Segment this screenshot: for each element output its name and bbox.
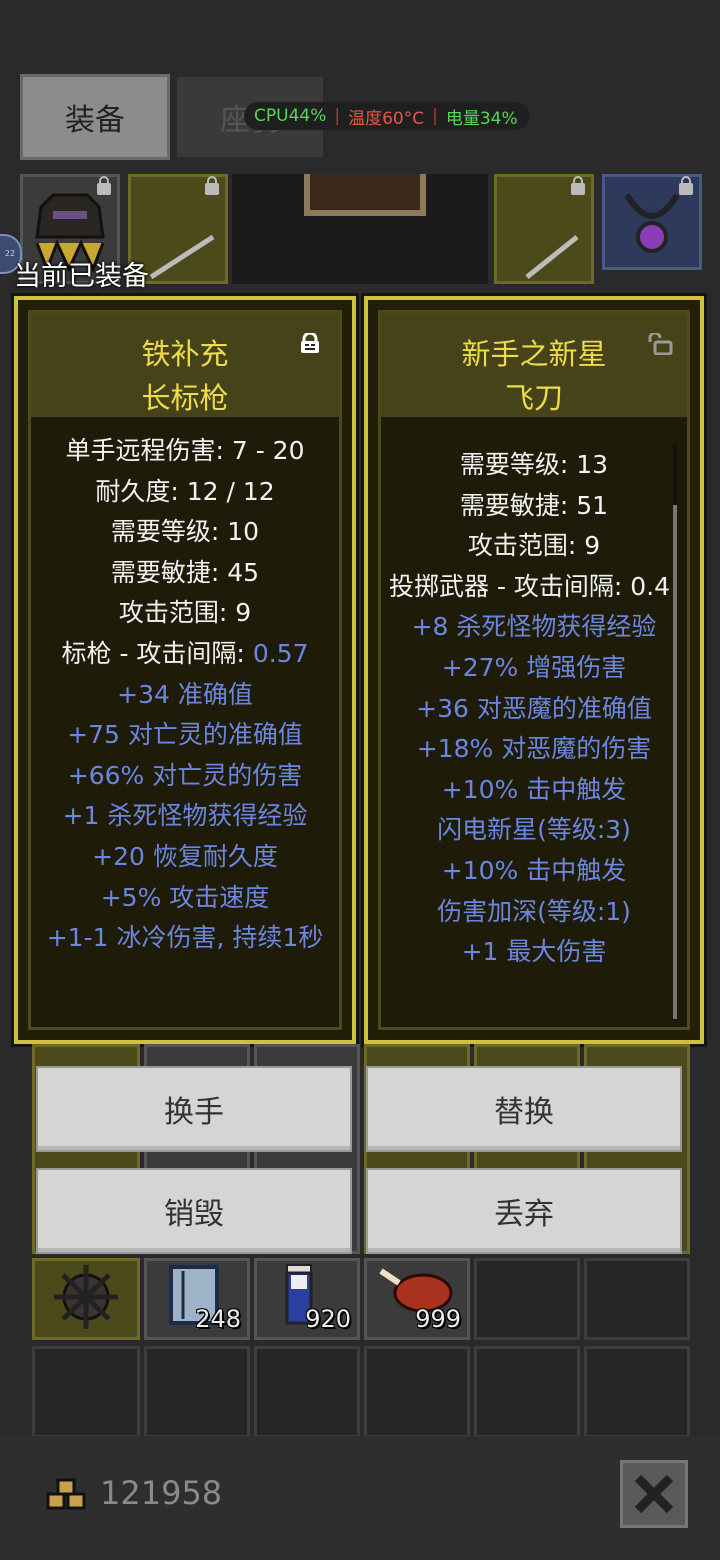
swap-hand-button[interactable]: 换手 bbox=[36, 1066, 352, 1152]
close-button[interactable] bbox=[620, 1460, 688, 1528]
affix-line: 闪电新星(等级:3) bbox=[437, 815, 631, 845]
unlocked-icon[interactable] bbox=[647, 333, 673, 355]
stat-line: 需要敏捷: 45 bbox=[110, 557, 260, 587]
top-background bbox=[0, 0, 720, 72]
inventory-slot[interactable] bbox=[584, 1346, 690, 1438]
character-preview bbox=[232, 174, 488, 284]
panel-inner: 新手之新星 飞刀 需要等级: 13 需要敏捷: 51 攻击范围: 9 投掷武器 … bbox=[378, 310, 690, 1030]
equip-slot-offhand[interactable] bbox=[494, 174, 594, 284]
gold-coins-icon bbox=[46, 1478, 86, 1510]
separator: | bbox=[432, 106, 438, 126]
stat-line: 需要等级: 10 bbox=[110, 517, 260, 547]
inventory-slot[interactable] bbox=[584, 1258, 690, 1340]
gold-amount: 121958 bbox=[100, 1474, 223, 1512]
locked-icon[interactable] bbox=[299, 333, 321, 353]
inventory-slot[interactable] bbox=[364, 1346, 470, 1438]
stat-line: 单手远程伤害: 7 - 20 bbox=[65, 436, 305, 465]
stats-scrollbar[interactable] bbox=[673, 445, 677, 1019]
separator: | bbox=[334, 106, 341, 126]
lock-icon bbox=[205, 176, 219, 195]
stat-line: 投掷武器 - 攻击间隔: 0.4 bbox=[389, 571, 671, 601]
inventory-slot[interactable]: 920 bbox=[254, 1258, 360, 1340]
item-name: 飞刀 bbox=[504, 381, 563, 415]
affix-line: +1-1 冰冷伤害, 持续1秒 bbox=[46, 923, 324, 953]
lock-icon bbox=[97, 176, 111, 195]
affix-line: +1 杀死怪物获得经验 bbox=[62, 801, 308, 831]
affix-line: +75 对亡灵的准确值 bbox=[67, 720, 303, 750]
equip-slot-amulet[interactable] bbox=[602, 174, 702, 270]
item-stats: 单手远程伤害: 7 - 20 耐久度: 12 / 12 需要等级: 10 需要敏… bbox=[31, 431, 339, 959]
affix-line: +27% 增强伤害 bbox=[441, 652, 627, 682]
equipped-label: 当前已装备 bbox=[14, 261, 149, 292]
equipped-item-panel: 铁补充 长标枪 单手远程伤害: 7 - 20 耐久度: 12 / 12 需要等级… bbox=[11, 293, 359, 1047]
affix-line: +10% 击中触发 bbox=[441, 855, 627, 885]
attack-interval-line: 标枪 - 攻击间隔: 0.57 bbox=[31, 634, 339, 675]
attack-interval-label: 标枪 - 攻击间隔: bbox=[61, 638, 253, 668]
affix-line: +20 恢复耐久度 bbox=[92, 841, 278, 871]
scrollbar-thumb[interactable] bbox=[673, 505, 677, 1019]
spiked-ball-icon bbox=[54, 1265, 118, 1329]
stat-line: 需要敏捷: 51 bbox=[459, 490, 609, 520]
affix-line: +18% 对恶魔的伤害 bbox=[416, 734, 652, 764]
attack-interval-value: 0.57 bbox=[252, 638, 309, 668]
battery-level: 电量34% bbox=[445, 108, 518, 129]
temperature: 温度60°C bbox=[348, 108, 425, 129]
inventory-slot[interactable] bbox=[254, 1346, 360, 1438]
lock-icon bbox=[679, 176, 693, 195]
drop-button[interactable]: 丢弃 bbox=[366, 1168, 682, 1254]
lock-icon bbox=[571, 176, 585, 195]
item-name-prefix: 铁补充 bbox=[141, 337, 229, 371]
tab-equipment[interactable]: 装备 bbox=[20, 74, 170, 160]
item-count: 920 bbox=[305, 1305, 351, 1333]
replace-button[interactable]: 替换 bbox=[366, 1066, 682, 1152]
stat-line: 攻击范围: 9 bbox=[118, 598, 252, 628]
affix-line: +36 对恶魔的准确值 bbox=[416, 693, 652, 723]
cpu-usage: CPU44% bbox=[254, 106, 327, 126]
inventory-slot[interactable] bbox=[144, 1346, 250, 1438]
item-stats: 需要等级: 13 需要敏捷: 51 攻击范围: 9 投掷武器 - 攻击间隔: 0… bbox=[381, 445, 687, 973]
affix-line: +10% 击中触发 bbox=[441, 774, 627, 804]
selected-item-panel: 新手之新星 飞刀 需要等级: 13 需要敏捷: 51 攻击范围: 9 投掷武器 … bbox=[361, 293, 707, 1047]
affix-line: +66% 对亡灵的伤害 bbox=[67, 760, 303, 790]
stat-line: 攻击范围: 9 bbox=[467, 531, 601, 561]
inventory-slot[interactable]: 999 bbox=[364, 1258, 470, 1340]
item-count: 248 bbox=[195, 1305, 241, 1333]
item-count: 999 bbox=[415, 1305, 461, 1333]
affix-line: +8 杀死怪物获得经验 bbox=[411, 612, 657, 642]
stat-line: 耐久度: 12 / 12 bbox=[95, 476, 275, 506]
inventory-slot[interactable] bbox=[32, 1346, 140, 1438]
stat-line: 需要等级: 13 bbox=[459, 450, 609, 479]
item-name: 长标枪 bbox=[141, 381, 229, 415]
inventory-slot[interactable] bbox=[474, 1258, 580, 1340]
destroy-button[interactable]: 销毁 bbox=[36, 1168, 352, 1254]
close-icon bbox=[634, 1474, 674, 1514]
inventory-slot[interactable] bbox=[32, 1258, 140, 1340]
affix-line: 伤害加深(等级:1) bbox=[437, 896, 631, 926]
affix-line: +5% 攻击速度 bbox=[100, 882, 270, 912]
inventory-slot[interactable]: 248 bbox=[144, 1258, 250, 1340]
inventory-slot[interactable] bbox=[474, 1346, 580, 1438]
panel-inner: 铁补充 长标枪 单手远程伤害: 7 - 20 耐久度: 12 / 12 需要等级… bbox=[28, 310, 342, 1030]
affix-line: +34 准确值 bbox=[117, 679, 253, 709]
affix-line: +1 最大伤害 bbox=[461, 937, 607, 967]
item-name-prefix: 新手之新星 bbox=[461, 337, 607, 371]
system-status-overlay: CPU44% | 温度60°C | 电量34% bbox=[244, 102, 530, 130]
